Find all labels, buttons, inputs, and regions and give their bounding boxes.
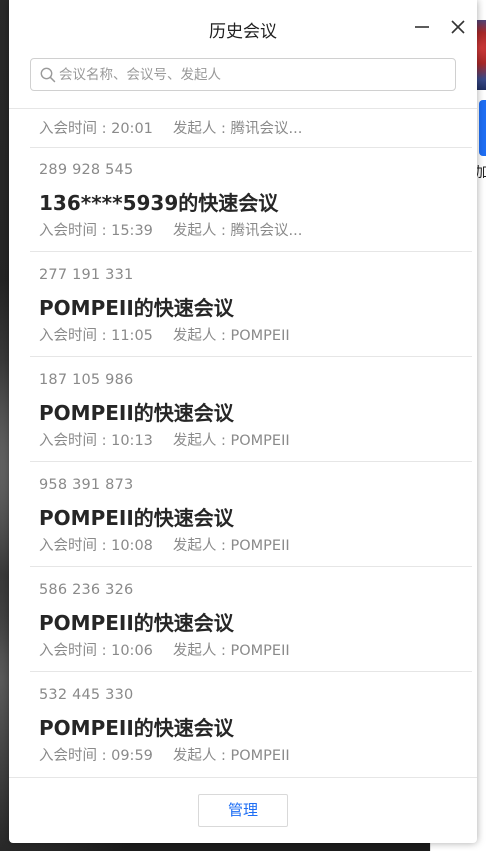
background-blue-button xyxy=(479,100,486,156)
meeting-meta: 入会时间 : 10:08 发起人 : POMPEII xyxy=(39,534,290,555)
meeting-id: 586 236 326 xyxy=(39,582,134,598)
close-button[interactable] xyxy=(445,14,471,40)
dialog-title: 历史会议 xyxy=(209,22,277,42)
meeting-meta: 入会时间 : 09:59 发起人 : POMPEII xyxy=(39,744,290,765)
host-name: 发起人 : POMPEII xyxy=(172,328,290,344)
meeting-meta: 入会时间 : 10:13 发起人 : POMPEII xyxy=(39,429,290,450)
search-box[interactable] xyxy=(30,58,456,91)
meeting-id: 187 105 986 xyxy=(39,372,134,388)
join-time: 入会时间 : 15:39 xyxy=(39,223,153,239)
list-item[interactable]: 532 445 330 POMPEII的快速会议 入会时间 : 09:59 发起人… xyxy=(9,673,477,777)
meeting-name: POMPEII的快速会议 xyxy=(39,716,234,740)
row-divider xyxy=(30,356,472,357)
join-time: 入会时间 : 11:05 xyxy=(39,328,153,344)
host-name: 发起人 : 腾讯会议... xyxy=(172,121,303,137)
list-item-partial[interactable]: 入会时间 : 20:01 发起人 : 腾讯会议... xyxy=(9,109,477,148)
host-name: 发起人 : 腾讯会议... xyxy=(172,223,303,239)
list-item[interactable]: 277 191 331 POMPEII的快速会议 入会时间 : 11:05 发起人… xyxy=(9,253,477,357)
row-divider xyxy=(30,566,472,567)
meeting-id: 958 391 873 xyxy=(39,477,134,493)
row-divider xyxy=(30,251,472,252)
host-name: 发起人 : POMPEII xyxy=(172,748,290,764)
meeting-name: POMPEII的快速会议 xyxy=(39,611,234,635)
meeting-id: 532 445 330 xyxy=(39,687,134,703)
footer-divider xyxy=(9,777,477,778)
meeting-meta: 入会时间 : 20:01 发起人 : 腾讯会议... xyxy=(39,117,302,138)
list-item[interactable]: 958 391 873 POMPEII的快速会议 入会时间 : 10:08 发起人… xyxy=(9,463,477,567)
join-time: 入会时间 : 10:13 xyxy=(39,433,153,449)
meeting-name: POMPEII的快速会议 xyxy=(39,296,234,320)
close-icon xyxy=(451,20,465,34)
meeting-history-list[interactable]: 入会时间 : 20:01 发起人 : 腾讯会议... 289 928 545 13… xyxy=(9,109,477,777)
minimize-icon xyxy=(415,26,429,28)
meeting-name: POMPEII的快速会议 xyxy=(39,401,234,425)
minimize-button[interactable] xyxy=(409,14,435,40)
join-time: 入会时间 : 20:01 xyxy=(39,121,153,137)
meeting-id: 289 928 545 xyxy=(39,162,134,178)
meeting-name: 136****5939的快速会议 xyxy=(39,191,279,215)
host-name: 发起人 : POMPEII xyxy=(172,538,290,554)
meeting-meta: 入会时间 : 10:06 发起人 : POMPEII xyxy=(39,639,290,660)
meeting-id: 277 191 331 xyxy=(39,267,134,283)
join-time: 入会时间 : 10:08 xyxy=(39,538,153,554)
history-meetings-dialog: 历史会议 入会时间 : 20:01 发起人 : 腾讯会议... xyxy=(9,0,477,843)
meeting-meta: 入会时间 : 11:05 发起人 : POMPEII xyxy=(39,324,290,345)
title-bar: 历史会议 xyxy=(9,0,477,56)
row-divider xyxy=(30,671,472,672)
host-name: 发起人 : POMPEII xyxy=(172,643,290,659)
search-input[interactable] xyxy=(59,59,447,90)
meeting-meta: 入会时间 : 15:39 发起人 : 腾讯会议... xyxy=(39,219,302,240)
list-item[interactable]: 586 236 326 POMPEII的快速会议 入会时间 : 10:06 发起人… xyxy=(9,568,477,672)
list-item[interactable]: 289 928 545 136****5939的快速会议 入会时间 : 15:3… xyxy=(9,148,477,252)
host-name: 发起人 : POMPEII xyxy=(172,433,290,449)
join-time: 入会时间 : 09:59 xyxy=(39,748,153,764)
list-item[interactable]: 187 105 986 POMPEII的快速会议 入会时间 : 10:13 发起人… xyxy=(9,358,477,462)
row-divider xyxy=(30,461,472,462)
join-time: 入会时间 : 10:06 xyxy=(39,643,153,659)
search-icon xyxy=(40,67,56,83)
manage-button[interactable]: 管理 xyxy=(198,794,288,827)
meeting-name: POMPEII的快速会议 xyxy=(39,506,234,530)
